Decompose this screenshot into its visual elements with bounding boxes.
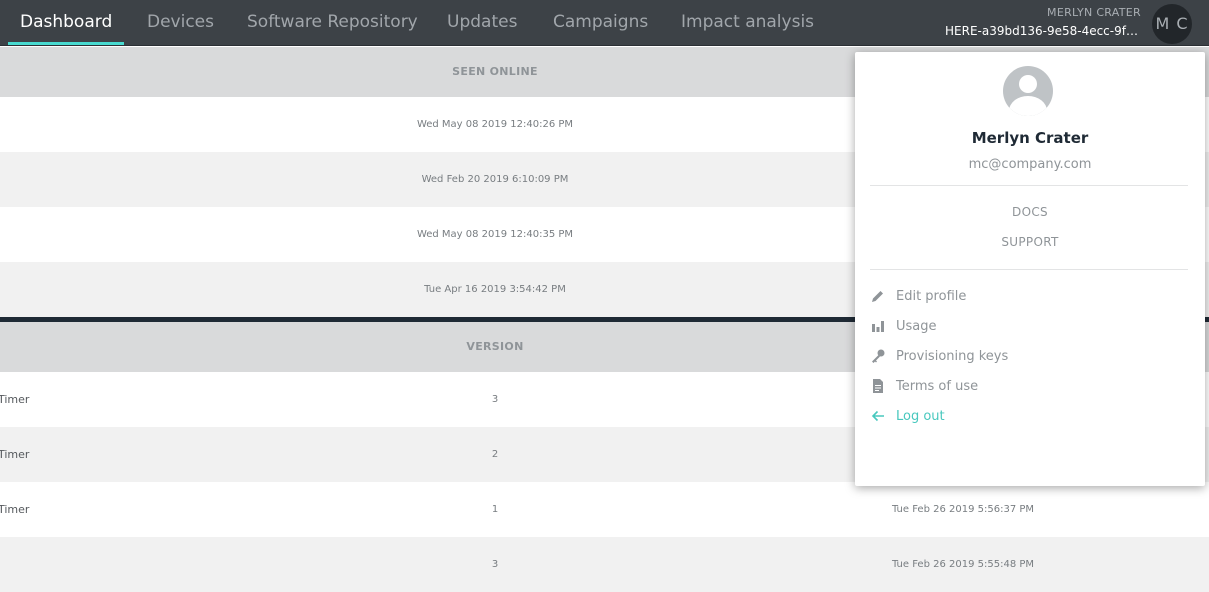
bar-chart-icon bbox=[872, 320, 884, 332]
seen-online-cell: Wed May 08 2019 12:40:35 PM bbox=[416, 229, 574, 240]
tab-dashboard[interactable]: Dashboard bbox=[7, 0, 125, 46]
namespace-label: HERE-a39bd136-9e58-4ecc-9f9e... bbox=[945, 24, 1141, 38]
pencil-icon bbox=[872, 290, 883, 302]
seen-online-cell: Tue Apr 16 2019 3:54:42 PM bbox=[424, 284, 566, 295]
tab-updates[interactable]: Updates bbox=[447, 0, 517, 46]
menu-item-label: Provisioning keys bbox=[896, 349, 1009, 364]
menu-item-usage[interactable]: Usage bbox=[870, 317, 937, 337]
menu-item-label: Edit profile bbox=[896, 289, 967, 304]
package-name-cell: Timer bbox=[0, 503, 30, 516]
date-cell: Tue Feb 26 2019 5:56:37 PM bbox=[891, 504, 1035, 515]
menu-divider bbox=[870, 185, 1188, 186]
top-navigation: Dashboard Devices Software Repository Up… bbox=[0, 0, 1209, 46]
column-header-seen-online: SEEN ONLINE bbox=[452, 65, 538, 78]
seen-online-cell: Wed Feb 20 2019 6:10:09 PM bbox=[421, 174, 569, 185]
version-cell: 1 bbox=[491, 504, 499, 515]
avatar[interactable]: M C bbox=[1152, 4, 1192, 44]
menu-item-terms-of-use[interactable]: Terms of use bbox=[870, 377, 978, 397]
column-header-version: VERSION bbox=[466, 340, 524, 353]
table-row[interactable]: 3 Tue Feb 26 2019 5:55:48 PM bbox=[0, 537, 1209, 592]
document-icon bbox=[873, 378, 883, 393]
menu-item-provisioning-keys[interactable]: Provisioning keys bbox=[870, 347, 1008, 367]
user-name: MERLYN CRATER bbox=[1047, 6, 1141, 19]
support-link[interactable]: SUPPORT bbox=[855, 235, 1205, 249]
version-cell: 3 bbox=[491, 394, 499, 405]
date-cell: Tue Feb 26 2019 5:55:48 PM bbox=[891, 559, 1035, 570]
package-name-cell: Timer bbox=[0, 393, 30, 406]
seen-online-cell: Wed May 08 2019 12:40:26 PM bbox=[416, 119, 574, 130]
menu-item-label: Terms of use bbox=[896, 379, 979, 394]
arrow-left-icon bbox=[871, 410, 884, 421]
key-icon bbox=[872, 349, 885, 363]
menu-divider bbox=[870, 269, 1188, 270]
package-name-cell: Timer bbox=[0, 448, 30, 461]
version-cell: 2 bbox=[491, 449, 499, 460]
tab-impact-analysis[interactable]: Impact analysis bbox=[681, 0, 814, 46]
menu-item-log-out[interactable]: Log out bbox=[870, 407, 945, 427]
profile-avatar-icon bbox=[1003, 66, 1053, 116]
user-menu-dropdown: Merlyn Crater mc@company.com DOCS SUPPOR… bbox=[855, 52, 1205, 486]
menu-item-label: Log out bbox=[896, 409, 945, 424]
profile-email: mc@company.com bbox=[968, 157, 1092, 172]
menu-item-edit-profile[interactable]: Edit profile bbox=[870, 287, 966, 307]
tab-software-repository[interactable]: Software Repository bbox=[247, 0, 418, 46]
tab-campaigns[interactable]: Campaigns bbox=[553, 0, 648, 46]
profile-name: Merlyn Crater bbox=[971, 129, 1089, 147]
table-row[interactable]: Timer 1 Tue Feb 26 2019 5:56:37 PM bbox=[0, 482, 1209, 537]
version-cell: 3 bbox=[491, 559, 499, 570]
user-info[interactable]: MERLYN CRATER HERE-a39bd136-9e58-4ecc-9f… bbox=[945, 6, 1141, 38]
docs-link[interactable]: DOCS bbox=[855, 205, 1205, 219]
tab-devices[interactable]: Devices bbox=[147, 0, 214, 46]
menu-item-label: Usage bbox=[896, 319, 937, 334]
